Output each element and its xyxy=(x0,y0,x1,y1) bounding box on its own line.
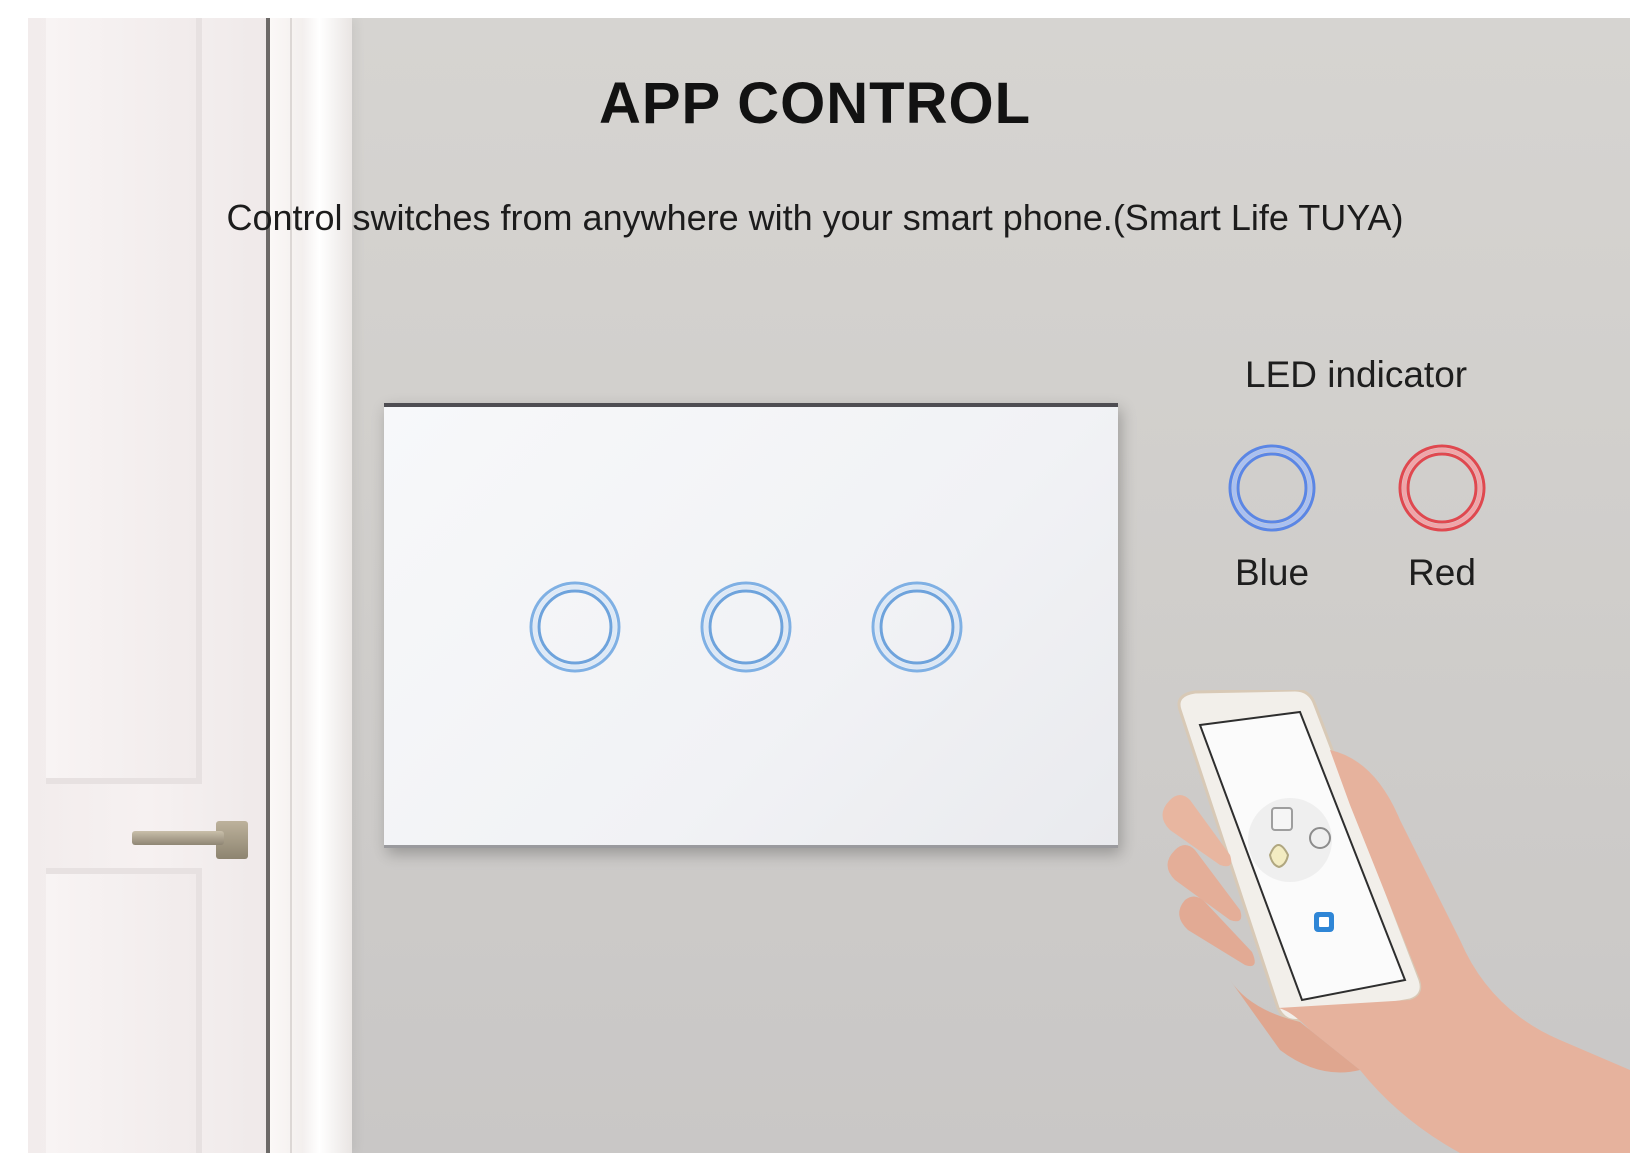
led-label-blue: Blue xyxy=(1234,552,1310,593)
touch-ring-icon[interactable] xyxy=(698,579,794,675)
red-led-ring-icon xyxy=(1398,444,1486,532)
led-label-red: Red xyxy=(1408,552,1476,593)
blue-led-ring-icon xyxy=(1228,444,1316,532)
hand-holding-phone xyxy=(1162,690,1630,1153)
wall-switch-panel xyxy=(384,403,1118,848)
door-handle-icon xyxy=(132,831,224,845)
door-illustration xyxy=(28,18,353,1153)
touch-ring-icon[interactable] xyxy=(527,579,623,675)
door-frame-line xyxy=(290,18,292,1153)
led-indicator-title: LED indicator xyxy=(1245,354,1468,395)
door-panel-bottom xyxy=(46,868,202,1153)
page-title: APP CONTROL xyxy=(598,71,1032,136)
touch-ring-icon[interactable] xyxy=(869,579,965,675)
door-frame xyxy=(270,18,352,1153)
page-subtitle: Control switches from anywhere with your… xyxy=(226,197,1404,238)
socket-icon xyxy=(1271,807,1293,831)
